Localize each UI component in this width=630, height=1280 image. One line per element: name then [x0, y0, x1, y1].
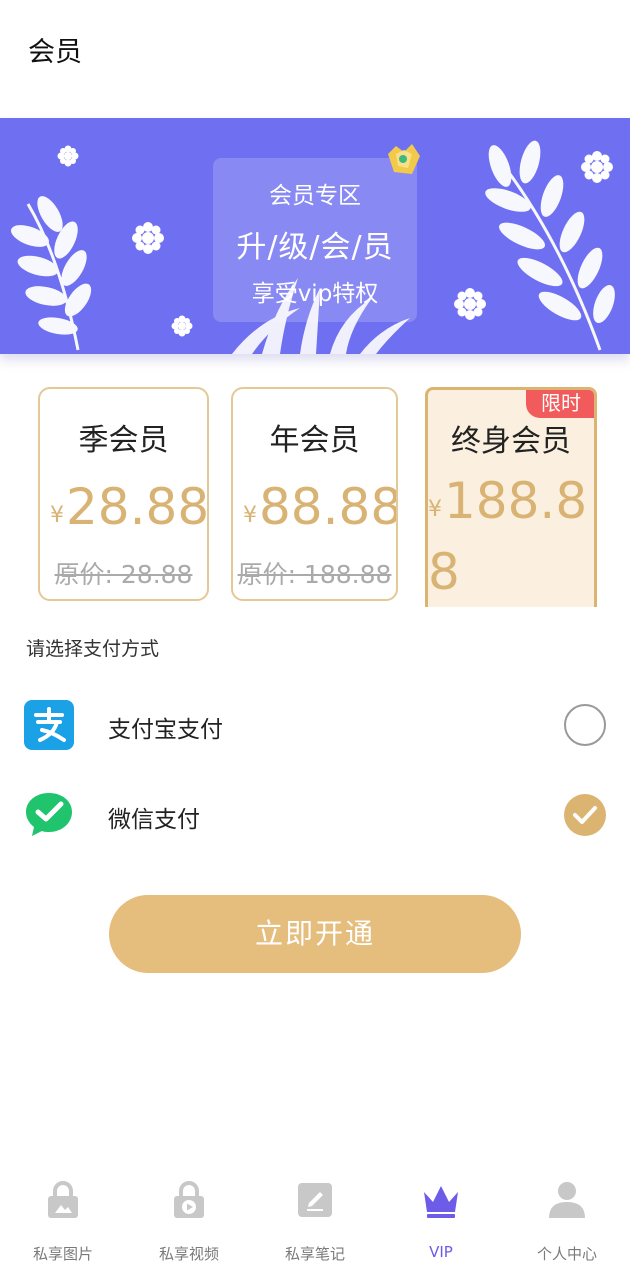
payment-prompt: 请选择支付方式: [26, 638, 160, 660]
lock-image-icon: [48, 1181, 78, 1218]
tab-label: 私享视频: [158, 1245, 219, 1263]
crown-badge-icon: [388, 144, 420, 174]
open-vip-button[interactable]: 立即开通: [109, 895, 521, 973]
tab-label: 私享笔记: [284, 1245, 345, 1263]
banner-desc: 享受vip特权: [251, 281, 379, 307]
currency-symbol: ¥: [428, 497, 442, 522]
alipay-radio[interactable]: [564, 704, 606, 746]
banner-headline: 升/级/会/员: [236, 230, 394, 265]
person-icon: [549, 1182, 585, 1218]
banner-card: 会员专区 升/级/会/员 享受vip特权: [213, 158, 417, 322]
note-edit-icon: [298, 1183, 332, 1217]
vip-banner: 会员专区 升/级/会/员 享受vip特权: [0, 118, 630, 354]
currency-symbol: ¥: [50, 503, 64, 528]
plan-price: ¥28.88: [50, 477, 209, 546]
plan-name: 季会员: [78, 423, 169, 458]
plan-original-price: 原价: 188.88: [237, 560, 392, 589]
payment-option-wechat[interactable]: 微信支付: [0, 780, 630, 850]
plan-name: 终身会员: [451, 424, 571, 459]
lock-video-icon: [174, 1181, 204, 1218]
plan-card-lifetime[interactable]: 终身会员 ¥188.88 限时: [425, 387, 597, 607]
plan-price: ¥188.88: [428, 470, 588, 603]
wechat-radio[interactable]: [564, 794, 606, 836]
payment-label: 支付宝支付: [108, 717, 223, 743]
plan-price-value: 88.88: [259, 478, 398, 536]
plan-original-price: 原价: 28.88: [54, 560, 193, 589]
tab-label: VIP: [429, 1243, 453, 1261]
checkmark-icon: [573, 806, 597, 824]
alipay-icon: [24, 700, 74, 750]
bottom-tab-bar: 私享图片 私享视频 私享笔记 VIP 个人中心: [0, 1166, 630, 1280]
plan-price-value: 188.88: [428, 472, 588, 601]
tab-private-notes[interactable]: 私享笔记: [252, 1166, 378, 1280]
payment-option-alipay[interactable]: 支付宝支付: [0, 690, 630, 760]
tab-profile[interactable]: 个人中心: [504, 1166, 630, 1280]
wechat-icon: [26, 793, 72, 836]
plan-card-year[interactable]: 年会员 ¥88.88 原价: 188.88: [231, 387, 398, 601]
currency-symbol: ¥: [243, 503, 257, 528]
app-header: 会员: [0, 0, 630, 100]
plan-card-season[interactable]: 季会员 ¥28.88 原价: 28.88: [38, 387, 209, 601]
plan-price-value: 28.88: [66, 478, 209, 536]
limited-badge: 限时: [526, 390, 594, 418]
tab-label: 个人中心: [536, 1245, 597, 1263]
banner-subtitle: 会员专区: [269, 183, 361, 209]
tab-vip[interactable]: VIP: [378, 1166, 504, 1280]
tab-private-images[interactable]: 私享图片: [0, 1166, 126, 1280]
plan-price: ¥88.88: [243, 477, 398, 546]
page-title: 会员: [28, 37, 82, 68]
tab-private-videos[interactable]: 私享视频: [126, 1166, 252, 1280]
payment-label: 微信支付: [108, 807, 200, 833]
plan-name: 年会员: [269, 423, 360, 458]
tab-label: 私享图片: [32, 1245, 93, 1263]
crown-icon: [424, 1186, 458, 1218]
